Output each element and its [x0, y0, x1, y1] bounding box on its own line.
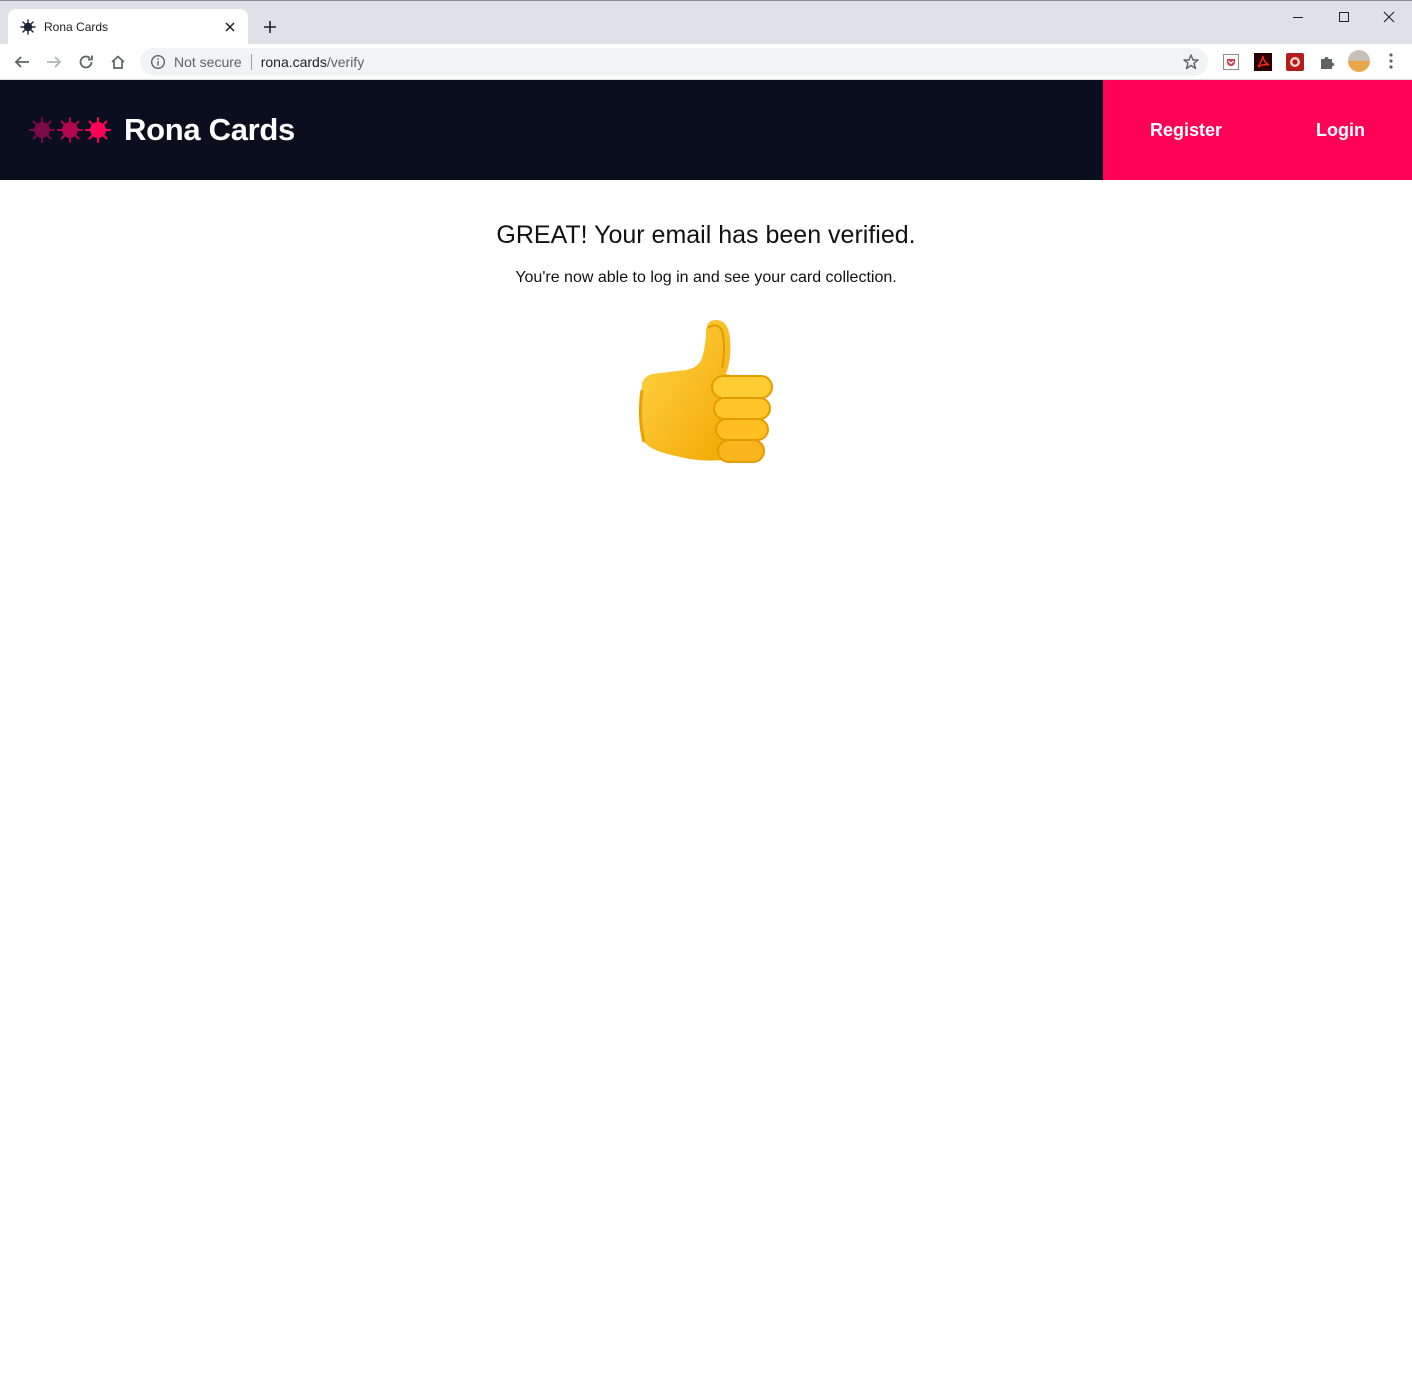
- register-link[interactable]: Register: [1103, 80, 1269, 180]
- new-tab-plus-icon[interactable]: [258, 15, 282, 39]
- url-host: rona.cards: [260, 54, 327, 70]
- acrobat-extension-icon[interactable]: [1254, 53, 1272, 71]
- tab-title: Rona Cards: [44, 20, 109, 34]
- browser-tab[interactable]: Rona Cards: [8, 9, 248, 45]
- forward-arrow-icon[interactable]: [40, 48, 68, 76]
- logo-virus-icons: [28, 114, 112, 146]
- page-subtext: You're now able to log in and see your c…: [515, 269, 897, 286]
- red-extension-icon[interactable]: [1286, 53, 1304, 71]
- url-path: /verify: [326, 54, 365, 70]
- omnibox-divider: [250, 54, 252, 70]
- browser-tab-strip: Rona Cards: [0, 0, 1412, 45]
- home-icon[interactable]: [104, 48, 132, 76]
- reload-icon[interactable]: [72, 48, 100, 76]
- bookmark-star-icon[interactable]: [1182, 53, 1200, 71]
- puzzle-extensions-icon[interactable]: [1318, 53, 1336, 71]
- virus-favicon-icon: [20, 19, 36, 35]
- address-bar[interactable]: Not secure rona.cards/verify: [140, 48, 1208, 76]
- info-icon[interactable]: [150, 54, 166, 70]
- minimize-icon[interactable]: [1275, 3, 1321, 31]
- virus-logo-icon: [29, 117, 111, 143]
- thumbs-up-icon: [636, 318, 776, 466]
- close-icon[interactable]: [222, 19, 238, 35]
- security-label[interactable]: Not secure: [174, 54, 242, 70]
- page-title: GREAT! Your email has been verified.: [496, 221, 916, 249]
- brand-title[interactable]: Rona Cards: [124, 111, 295, 149]
- pocket-extension-icon[interactable]: [1222, 53, 1240, 71]
- profile-avatar[interactable]: [1348, 50, 1370, 72]
- window-close-icon[interactable]: [1366, 3, 1412, 31]
- login-link[interactable]: Login: [1269, 80, 1412, 180]
- header-nav: Register Login: [1103, 80, 1412, 180]
- more-menu-icon[interactable]: [1382, 52, 1400, 70]
- browser-toolbar: Not secure rona.cards/verify: [0, 44, 1412, 80]
- verify-message: GREAT! Your email has been verified. You…: [0, 180, 1412, 466]
- back-arrow-icon[interactable]: [8, 48, 36, 76]
- maximize-icon[interactable]: [1321, 3, 1367, 31]
